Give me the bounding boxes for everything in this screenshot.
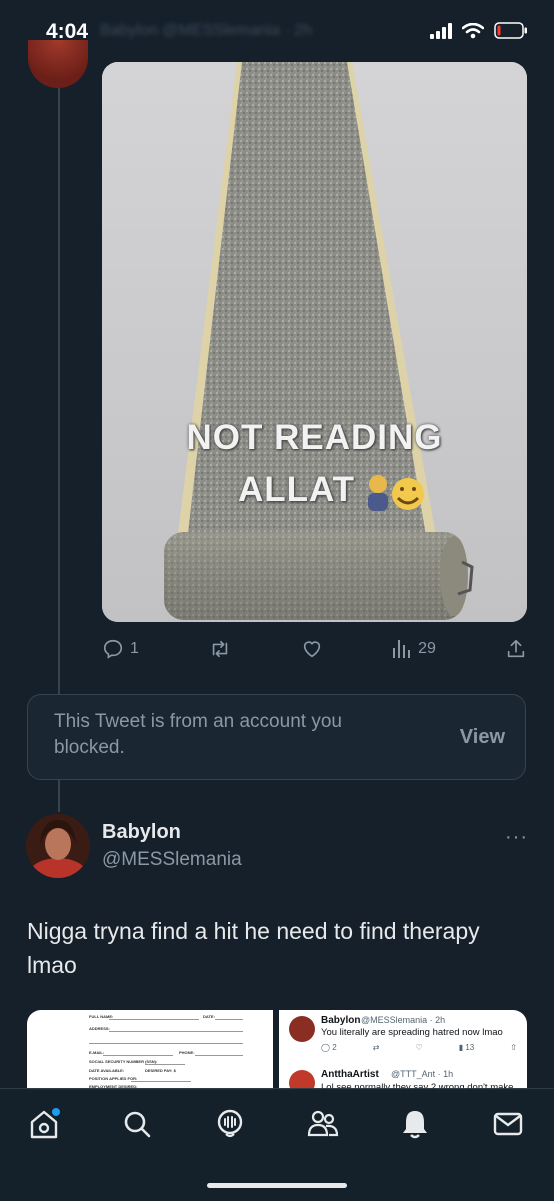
view-count: 29 [418,640,436,657]
media-preview-form[interactable]: FULL NAME: DATE: ADDRESS: E-MAIL: PHONE:… [27,1010,273,1090]
blocked-message: This Tweet is from an account you blocke… [54,711,342,758]
reply-count: 1 [130,640,139,657]
quoted-heart-icon: ♡ [415,1043,423,1052]
wifi-icon [462,22,484,38]
form-label: PHONE: [179,1050,195,1055]
quoted-handle: @TTT_Ant · 1h [391,1069,454,1079]
tab-communities[interactable] [306,1107,340,1141]
form-line [103,1055,173,1056]
tab-messages[interactable] [491,1107,525,1141]
reply-icon [103,639,123,659]
avatar [289,1070,315,1090]
form-label: DATE AVAILABLE: [89,1068,125,1073]
home-icon [30,1108,60,1139]
quoted-share-icon: ⇧ [510,1043,517,1052]
avatar[interactable] [26,814,90,878]
mail-icon [493,1112,523,1136]
search-icon [124,1111,151,1138]
form-line [195,1055,243,1056]
tab-spaces[interactable] [213,1107,247,1141]
tweet-actions: 1 29 [102,634,527,664]
form-label: ADDRESS: [89,1026,110,1031]
form-line [109,1031,243,1032]
retweet-icon [212,640,228,658]
user-handle[interactable]: @MESSlemania [102,849,242,871]
signal-icon [430,22,452,39]
quoted-name: AntthaArtist [321,1069,379,1080]
views-icon [393,640,411,658]
thread-line [58,88,60,694]
form-line [145,1064,185,1065]
quoted-actions: ◯ 2 ⇄ ♡ ▮ 13 ⇧ [321,1043,517,1052]
tweet-media[interactable]: NOT READING ALLAT [102,62,527,622]
quoted-view-count: 13 [465,1043,475,1052]
form-line [89,1043,243,1044]
reply-button[interactable]: 1 [102,638,139,660]
display-name[interactable]: Babylon [102,821,181,844]
emoji-icons [368,475,424,511]
form-line [131,1081,191,1082]
heart-icon [303,641,321,658]
share-button[interactable] [505,638,527,660]
blocked-tweet-notice: This Tweet is from an account you blocke… [27,694,526,780]
quoted-text: You literally are spreading hatred now l… [321,1027,503,1038]
form-line [215,1019,243,1020]
meme-caption-line1: NOT READING [186,418,443,457]
avatar[interactable] [28,40,88,88]
media-preview-tweet[interactable]: Babylon @MESSlemania · 2h You literally … [279,1010,527,1090]
bell-icon [403,1111,427,1139]
quoted-handle: @MESSlemania · 2h [361,1015,446,1025]
views-button[interactable]: 29 [392,638,436,660]
spaces-icon [217,1109,243,1138]
quoted-reply-icon: ◯ 2 [321,1043,337,1052]
home-indicator[interactable] [207,1183,347,1188]
thread-line [58,780,60,812]
blurred-header: Babylon @MESSlemania · 2h [100,22,312,39]
form-line [109,1019,199,1020]
retweet-button[interactable] [208,638,232,660]
tab-notifications[interactable] [398,1107,432,1141]
like-button[interactable] [301,638,323,660]
view-button[interactable]: View [460,726,505,749]
form-label: E-MAIL: [89,1050,105,1055]
meme-caption-line2: ALLAT [237,470,356,509]
quoted-name: Babylon [321,1015,361,1026]
battery-icon [494,22,527,39]
tab-home[interactable] [27,1107,61,1141]
more-options-icon[interactable]: ··· [505,826,528,849]
form-label: DATE: [203,1014,215,1019]
form-label: DESIRED PAY: $ [145,1068,176,1073]
communities-icon [307,1110,339,1137]
quoted-retweet-icon: ⇄ [372,1043,380,1052]
avatar [289,1016,315,1042]
carpet-roll-image [102,62,527,622]
quoted-reply-count: 2 [332,1043,337,1052]
share-icon [507,639,525,658]
tweet-text: Nigga tryna find a hit he need to find t… [27,918,480,978]
tab-search[interactable] [120,1107,154,1141]
status-icons [430,22,528,39]
quoted-views-icon: ▮ 13 [458,1043,475,1052]
avatar-image [26,814,90,878]
